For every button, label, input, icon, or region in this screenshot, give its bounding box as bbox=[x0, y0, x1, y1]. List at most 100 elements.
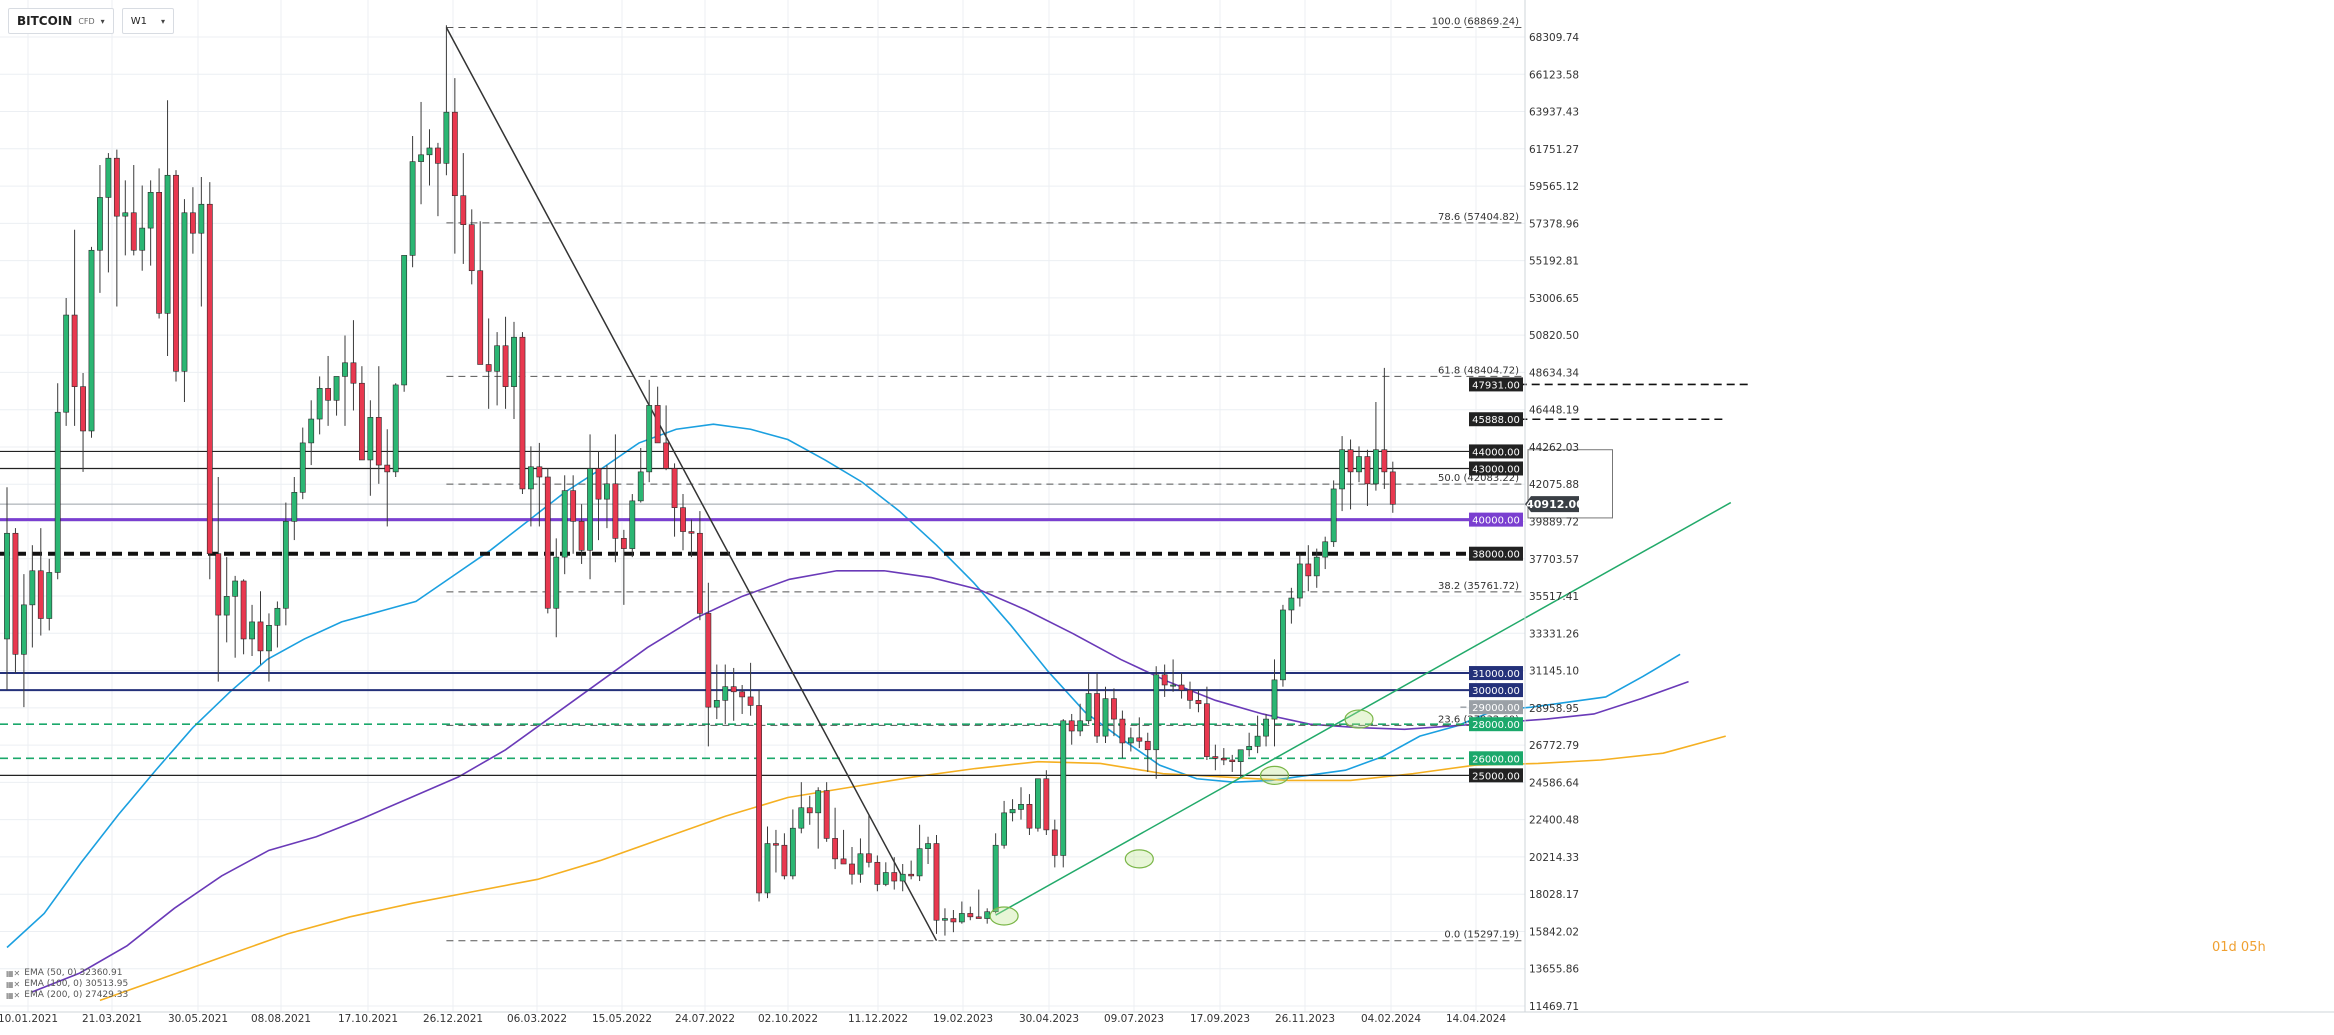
candle-body bbox=[223, 596, 230, 616]
candle-body bbox=[1330, 488, 1337, 543]
indicator-legend: ▦✕ EMA (50, 0) 32360.91 ▦✕ EMA (100, 0) … bbox=[6, 968, 128, 1001]
candle-body bbox=[1077, 720, 1084, 732]
y-tick-label: 26772.79 bbox=[1529, 740, 1579, 752]
candle-body bbox=[1254, 735, 1261, 747]
price-level-label: 25000.00 bbox=[1472, 771, 1520, 782]
candle-body bbox=[1102, 698, 1109, 737]
candle-body bbox=[477, 270, 484, 365]
candle-body bbox=[164, 174, 171, 314]
price-level-label: 40000.00 bbox=[1472, 516, 1520, 527]
candle-body bbox=[705, 613, 712, 708]
candle-body bbox=[198, 203, 205, 234]
candle-body bbox=[375, 417, 382, 466]
candle-body bbox=[1288, 597, 1295, 611]
candle-body bbox=[1296, 563, 1303, 599]
candle-body bbox=[1356, 456, 1362, 473]
candle-body bbox=[97, 197, 103, 251]
y-tick-label: 18028.17 bbox=[1529, 889, 1579, 901]
candle-body bbox=[696, 532, 703, 614]
candle-body bbox=[823, 790, 830, 839]
candle-body bbox=[730, 686, 737, 693]
candle-body bbox=[722, 686, 729, 701]
symbol-selector[interactable]: BITCOIN CFD ▾ bbox=[8, 8, 114, 34]
candle-body bbox=[122, 212, 129, 217]
candle-body bbox=[815, 790, 822, 814]
indicator-label: EMA (100, 0) 30513.95 bbox=[24, 979, 129, 989]
candle-body bbox=[832, 838, 838, 860]
candle-body bbox=[527, 466, 534, 490]
candle-body bbox=[1161, 674, 1168, 686]
candle-body bbox=[451, 111, 458, 197]
candle-body bbox=[54, 411, 61, 573]
candle-body bbox=[1060, 720, 1067, 856]
candle-body bbox=[637, 471, 644, 502]
candle-body bbox=[646, 405, 653, 473]
candle-body bbox=[494, 345, 500, 372]
candle-body bbox=[671, 468, 678, 508]
candle-body bbox=[367, 417, 374, 461]
candle-body bbox=[401, 255, 408, 386]
candle-body bbox=[88, 249, 95, 432]
indicator-ema-50[interactable]: ▦✕ EMA (50, 0) 32360.91 bbox=[6, 968, 128, 979]
price-level-label: 45888.00 bbox=[1472, 415, 1520, 426]
plot-area[interactable] bbox=[0, 0, 1525, 1012]
indicator-icon: ▦✕ bbox=[6, 969, 21, 978]
y-tick-label: 55192.81 bbox=[1529, 256, 1579, 268]
candle-body bbox=[942, 918, 948, 921]
candle-body bbox=[984, 911, 991, 919]
candle-body bbox=[249, 621, 255, 640]
candle-body bbox=[1237, 749, 1244, 762]
candle-body bbox=[502, 345, 509, 387]
y-tick-label: 53006.65 bbox=[1529, 293, 1579, 305]
candle-body bbox=[916, 848, 923, 877]
indicator-ema-200[interactable]: ▦✕ EMA (200, 0) 27429.33 bbox=[6, 990, 128, 1001]
candle-body bbox=[1119, 718, 1126, 744]
candle-body bbox=[1127, 737, 1134, 744]
fib-level-label: 0.0 (15297.19) bbox=[1444, 930, 1519, 941]
candle-body bbox=[1085, 693, 1092, 722]
candle-body bbox=[1212, 756, 1219, 759]
candle-body bbox=[342, 362, 348, 377]
timeframe-selector[interactable]: W1 ▾ bbox=[121, 8, 174, 34]
candle-body bbox=[933, 843, 940, 921]
candle-body bbox=[460, 195, 467, 225]
y-tick-label: 22400.48 bbox=[1529, 815, 1579, 827]
candle-body bbox=[1373, 449, 1379, 485]
chevron-down-icon: ▾ bbox=[100, 16, 105, 26]
candle-body bbox=[139, 227, 146, 251]
current-price-label: 40912.00 bbox=[1526, 498, 1584, 511]
y-tick-label: 48634.34 bbox=[1529, 367, 1579, 379]
price-level-label: 30000.00 bbox=[1472, 686, 1520, 697]
y-tick-label: 61751.27 bbox=[1529, 144, 1579, 156]
candle-body bbox=[46, 572, 53, 619]
candle-body bbox=[688, 531, 695, 534]
candle-body bbox=[71, 314, 78, 387]
candle-body bbox=[612, 483, 619, 539]
candle-body bbox=[80, 386, 86, 432]
candle-body bbox=[806, 807, 813, 814]
y-tick-label: 66123.58 bbox=[1529, 69, 1579, 81]
candle-body bbox=[654, 405, 661, 444]
candle-body bbox=[257, 621, 264, 652]
candle-body bbox=[1229, 759, 1236, 762]
candle-body bbox=[4, 532, 10, 640]
y-tick-label: 20214.33 bbox=[1529, 852, 1579, 864]
candle-body bbox=[156, 192, 162, 314]
candle-body bbox=[1271, 679, 1278, 720]
candle-body bbox=[544, 476, 551, 609]
price-chart[interactable]: 100.0 (68869.24) 78.6 (57404.82) 61.8 (484… bbox=[0, 0, 2334, 1035]
candle-body bbox=[1339, 449, 1345, 490]
indicator-ema-100[interactable]: ▦✕ EMA (100, 0) 30513.95 bbox=[6, 979, 128, 990]
candle-body bbox=[1313, 556, 1320, 577]
candle-body bbox=[299, 442, 306, 493]
candle-body bbox=[967, 913, 974, 918]
candle-body bbox=[12, 532, 19, 655]
chevron-down-icon: ▾ bbox=[160, 16, 165, 26]
candle-body bbox=[435, 147, 441, 164]
y-tick-label: 35517.41 bbox=[1529, 591, 1579, 603]
y-tick-label: 15842.02 bbox=[1529, 926, 1579, 938]
candle-body bbox=[595, 468, 602, 500]
candle-body bbox=[680, 507, 686, 532]
candle-body bbox=[190, 212, 196, 234]
candle-body bbox=[747, 696, 754, 706]
